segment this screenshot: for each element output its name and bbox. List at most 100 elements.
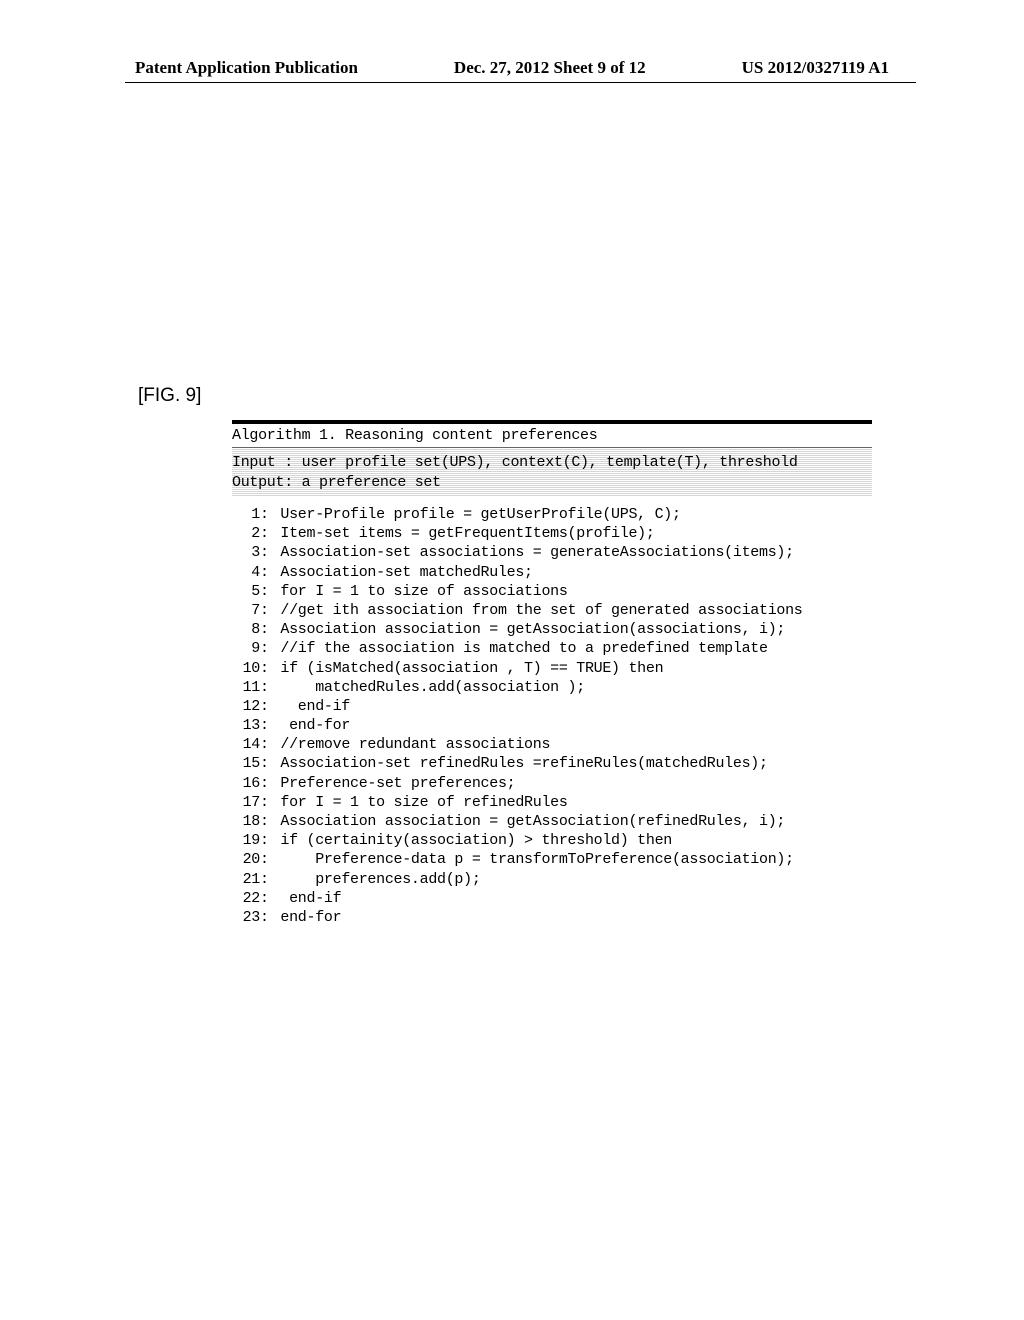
line-colon: : — [260, 525, 280, 542]
line-text: Item-set items = getFrequentItems(profil… — [280, 525, 654, 542]
line-number: 22 — [232, 889, 260, 908]
line-text: Association association = getAssociation… — [280, 813, 785, 830]
line-text: Association association = getAssociation… — [280, 621, 785, 638]
code-line: 1: User-Profile profile = getUserProfile… — [232, 505, 872, 524]
line-colon: : — [260, 583, 280, 600]
line-text: for I = 1 to size of associations — [280, 583, 567, 600]
line-text: Association-set refinedRules =refineRule… — [280, 755, 767, 772]
line-colon: : — [260, 698, 280, 715]
line-number: 20 — [232, 850, 260, 869]
line-colon: : — [260, 909, 280, 926]
header-divider — [125, 82, 916, 83]
line-colon: : — [260, 660, 280, 677]
code-line: 23: end-for — [232, 908, 872, 927]
line-number: 11 — [232, 678, 260, 697]
line-number: 15 — [232, 754, 260, 773]
code-line: 21: preferences.add(p); — [232, 870, 872, 889]
line-number: 7 — [232, 601, 260, 620]
header-date-sheet: Dec. 27, 2012 Sheet 9 of 12 — [454, 58, 646, 78]
code-line: 19: if (certainity(association) > thresh… — [232, 831, 872, 850]
line-colon: : — [260, 717, 280, 734]
code-line: 7: //get ith association from the set of… — [232, 601, 872, 620]
code-line: 13: end-for — [232, 716, 872, 735]
code-line: 12: end-if — [232, 697, 872, 716]
line-text: Association-set matchedRules; — [280, 564, 532, 581]
line-colon: : — [260, 736, 280, 753]
line-number: 21 — [232, 870, 260, 889]
header-publication-label: Patent Application Publication — [135, 58, 358, 78]
line-text: end-for — [280, 717, 350, 734]
line-number: 10 — [232, 659, 260, 678]
line-colon: : — [260, 621, 280, 638]
line-text: //if the association is matched to a pre… — [280, 640, 767, 657]
line-text: if (certainity(association) > threshold)… — [280, 832, 672, 849]
code-line: 18: Association association = getAssocia… — [232, 812, 872, 831]
line-colon: : — [260, 890, 280, 907]
algorithm-title: Algorithm 1. Reasoning content preferenc… — [232, 424, 872, 447]
line-colon: : — [260, 871, 280, 888]
line-colon: : — [260, 813, 280, 830]
line-text: preferences.add(p); — [280, 871, 480, 888]
code-line: 17: for I = 1 to size of refinedRules — [232, 793, 872, 812]
line-colon: : — [260, 851, 280, 868]
algorithm-io: Input : user profile set(UPS), context(C… — [232, 448, 872, 497]
line-text: //get ith association from the set of ge… — [280, 602, 802, 619]
line-text: end-if — [280, 890, 341, 907]
line-colon: : — [260, 755, 280, 772]
code-line: 4: Association-set matchedRules; — [232, 563, 872, 582]
line-colon: : — [260, 832, 280, 849]
line-colon: : — [260, 544, 280, 561]
line-number: 3 — [232, 543, 260, 562]
line-text: //remove redundant associations — [280, 736, 550, 753]
line-text: for I = 1 to size of refinedRules — [280, 794, 567, 811]
line-number: 17 — [232, 793, 260, 812]
code-line: 11: matchedRules.add(association ); — [232, 678, 872, 697]
algorithm-output: Output: a preference set — [232, 473, 872, 493]
line-colon: : — [260, 679, 280, 696]
line-text: Preference-set preferences; — [280, 775, 515, 792]
line-number: 5 — [232, 582, 260, 601]
line-number: 16 — [232, 774, 260, 793]
line-text: Preference-data p = transformToPreferenc… — [280, 851, 793, 868]
line-number: 18 — [232, 812, 260, 831]
line-text: Association-set associations = generateA… — [280, 544, 793, 561]
code-line: 2: Item-set items = getFrequentItems(pro… — [232, 524, 872, 543]
line-text: User-Profile profile = getUserProfile(UP… — [280, 506, 680, 523]
line-number: 9 — [232, 639, 260, 658]
page-header: Patent Application Publication Dec. 27, … — [0, 58, 1024, 78]
line-colon: : — [260, 775, 280, 792]
line-number: 2 — [232, 524, 260, 543]
code-line: 15: Association-set refinedRules =refine… — [232, 754, 872, 773]
code-line: 9: //if the association is matched to a … — [232, 639, 872, 658]
line-colon: : — [260, 506, 280, 523]
line-text: if (isMatched(association , T) == TRUE) … — [280, 660, 663, 677]
line-text: matchedRules.add(association ); — [280, 679, 585, 696]
figure-label: [FIG. 9] — [138, 385, 201, 407]
code-line: 5: for I = 1 to size of associations — [232, 582, 872, 601]
algorithm-code: 1: User-Profile profile = getUserProfile… — [232, 497, 872, 927]
algorithm-box: Algorithm 1. Reasoning content preferenc… — [232, 420, 872, 927]
line-number: 14 — [232, 735, 260, 754]
header-patent-number: US 2012/0327119 A1 — [742, 58, 889, 78]
code-line: 16: Preference-set preferences; — [232, 774, 872, 793]
code-line: 22: end-if — [232, 889, 872, 908]
line-number: 12 — [232, 697, 260, 716]
line-number: 1 — [232, 505, 260, 524]
code-line: 10: if (isMatched(association , T) == TR… — [232, 659, 872, 678]
line-number: 4 — [232, 563, 260, 582]
code-line: 14: //remove redundant associations — [232, 735, 872, 754]
line-colon: : — [260, 640, 280, 657]
line-number: 13 — [232, 716, 260, 735]
line-number: 23 — [232, 908, 260, 927]
code-line: 20: Preference-data p = transformToPrefe… — [232, 850, 872, 869]
code-line: 8: Association association = getAssociat… — [232, 620, 872, 639]
line-colon: : — [260, 794, 280, 811]
code-line: 3: Association-set associations = genera… — [232, 543, 872, 562]
line-number: 8 — [232, 620, 260, 639]
line-colon: : — [260, 564, 280, 581]
line-number: 19 — [232, 831, 260, 850]
line-colon: : — [260, 602, 280, 619]
line-text: end-if — [280, 698, 350, 715]
line-text: end-for — [280, 909, 341, 926]
algorithm-input: Input : user profile set(UPS), context(C… — [232, 453, 872, 473]
